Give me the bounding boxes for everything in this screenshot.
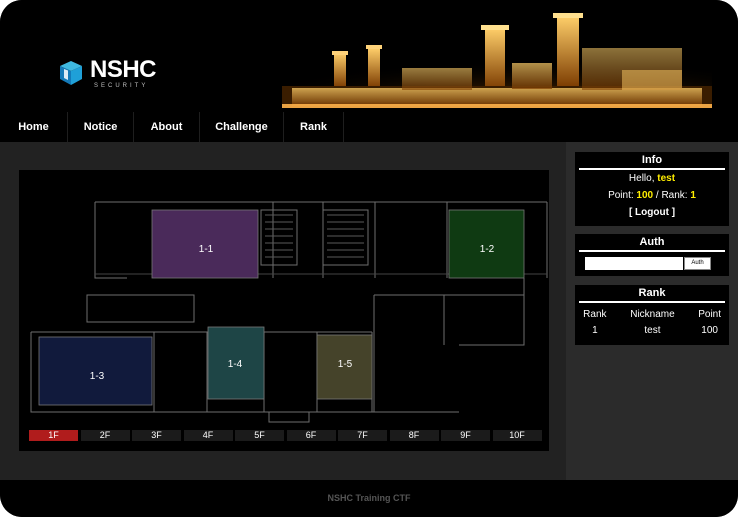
nav-home[interactable]: Home <box>0 112 68 142</box>
point-value: 100 <box>636 190 654 201</box>
floor-8f-button[interactable]: 8F <box>389 430 439 441</box>
score-line: Point: 100 / Rank: 1 <box>575 187 729 204</box>
floor-9f-button[interactable]: 9F <box>441 430 490 441</box>
floor-2f-button[interactable]: 2F <box>80 430 130 441</box>
logo-subtitle: SECURITY <box>94 82 149 89</box>
greeting-prefix: Hello, <box>628 173 658 184</box>
room-1-4-label: 1-4 <box>228 359 243 370</box>
floor-5f-button[interactable]: 5F <box>235 430 284 441</box>
point-label: Point: <box>608 190 637 201</box>
floor-7f-button[interactable]: 7F <box>338 430 387 441</box>
nickname-col-header: Nickname <box>630 308 675 320</box>
floor-plan: 1-1 1-2 1-3 1-4 1-5 <box>30 201 548 423</box>
rank-title: Rank <box>579 285 725 303</box>
logout-link[interactable]: [ Logout ] <box>575 204 729 221</box>
sidebar: Info Hello, test Point: 100 / Rank: 1 [ … <box>566 142 738 480</box>
nav-notice[interactable]: Notice <box>68 112 134 142</box>
point-col-header: Point <box>698 308 722 320</box>
footer: NSHC Training CTF <box>0 480 738 517</box>
header: NSHC SECURITY <box>0 0 738 112</box>
industrial-plant-banner-image <box>282 8 712 108</box>
room-1-3-label: 1-3 <box>90 371 105 382</box>
auth-submit-button[interactable]: Auth <box>684 257 711 270</box>
app-frame: NSHC SECURITY Home Notice About Challeng… <box>0 0 738 517</box>
main-nav: Home Notice About Challenge Rank <box>0 112 738 142</box>
rank-box: Rank Rank Nickname Point 1 test 100 <box>575 285 729 345</box>
auth-box: Auth Auth <box>575 234 729 276</box>
table-row: 1 test 100 <box>575 322 729 338</box>
nickname-cell: test <box>644 324 661 336</box>
room-1-2-label: 1-2 <box>480 244 495 255</box>
nav-rank[interactable]: Rank <box>284 112 344 142</box>
floor-3f-button[interactable]: 3F <box>132 430 181 441</box>
floor-map-panel: 1-1 1-2 1-3 1-4 1-5 1F 2F 3F 4F 5F 6F 7F… <box>19 170 549 451</box>
rank-col-header: Rank <box>583 308 607 320</box>
floor-10f-button[interactable]: 10F <box>492 430 542 441</box>
info-title: Info <box>579 152 725 170</box>
rank-cell: 1 <box>592 324 598 336</box>
floor-1f-button[interactable]: 1F <box>29 430 78 441</box>
floor-4f-button[interactable]: 4F <box>183 430 233 441</box>
rank-table-header: Rank Nickname Point <box>575 306 729 322</box>
info-box: Info Hello, test Point: 100 / Rank: 1 [ … <box>575 152 729 226</box>
username: test <box>657 173 676 184</box>
nav-challenge[interactable]: Challenge <box>200 112 284 142</box>
auth-key-input[interactable] <box>585 257 683 270</box>
floor-6f-button[interactable]: 6F <box>286 430 336 441</box>
rank-table: Rank Nickname Point 1 test 100 <box>575 306 729 338</box>
rank-label: / Rank: <box>653 190 691 201</box>
logo-name: NSHC <box>90 55 157 83</box>
rank-value: 1 <box>690 190 696 201</box>
greeting: Hello, test <box>575 170 729 187</box>
logo[interactable]: NSHC SECURITY <box>56 55 157 89</box>
footer-text: NSHC Training CTF <box>327 493 411 503</box>
point-cell: 100 <box>701 324 718 336</box>
room-1-1-label: 1-1 <box>199 244 214 255</box>
auth-title: Auth <box>579 234 725 252</box>
room-1-5-label: 1-5 <box>338 359 353 370</box>
nshc-logo-icon <box>60 61 82 85</box>
floor-selector: 1F 2F 3F 4F 5F 6F 7F 8F 9F 10F <box>29 430 544 441</box>
nav-about[interactable]: About <box>134 112 200 142</box>
main-content: 1-1 1-2 1-3 1-4 1-5 1F 2F 3F 4F 5F 6F 7F… <box>0 142 566 480</box>
